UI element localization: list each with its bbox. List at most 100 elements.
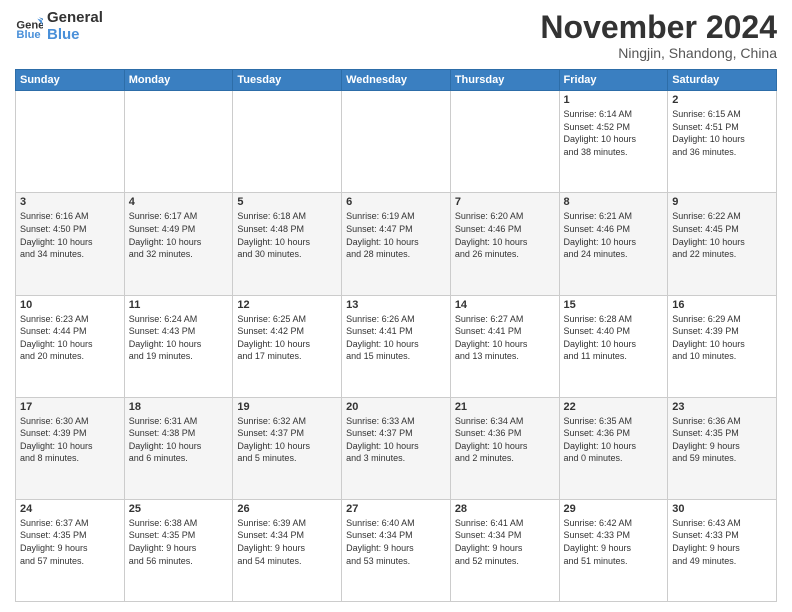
day-number: 9 bbox=[672, 196, 772, 208]
day-number: 24 bbox=[20, 503, 120, 515]
calendar-header-row: Sunday Monday Tuesday Wednesday Thursday… bbox=[16, 70, 777, 91]
month-title: November 2024 bbox=[540, 10, 777, 45]
day-info: Sunrise: 6:33 AM Sunset: 4:37 PM Dayligh… bbox=[346, 415, 446, 465]
col-thursday: Thursday bbox=[450, 70, 559, 91]
day-number: 28 bbox=[455, 503, 555, 515]
logo-general: General bbox=[47, 10, 103, 27]
calendar-cell bbox=[124, 91, 233, 193]
day-number: 16 bbox=[672, 299, 772, 311]
day-info: Sunrise: 6:27 AM Sunset: 4:41 PM Dayligh… bbox=[455, 313, 555, 363]
calendar-cell: 11Sunrise: 6:24 AM Sunset: 4:43 PM Dayli… bbox=[124, 295, 233, 397]
calendar-week-2: 3Sunrise: 6:16 AM Sunset: 4:50 PM Daylig… bbox=[16, 193, 777, 295]
calendar-cell: 3Sunrise: 6:16 AM Sunset: 4:50 PM Daylig… bbox=[16, 193, 125, 295]
calendar-cell: 1 Sunrise: 6:14 AM Sunset: 4:52 PM Daylig… bbox=[559, 91, 668, 193]
day-number: 7 bbox=[455, 196, 555, 208]
day-info: Sunrise: 6:16 AM Sunset: 4:50 PM Dayligh… bbox=[20, 210, 120, 260]
col-saturday: Saturday bbox=[668, 70, 777, 91]
day-info: Sunrise: 6:26 AM Sunset: 4:41 PM Dayligh… bbox=[346, 313, 446, 363]
day-info: Sunrise: 6:38 AM Sunset: 4:35 PM Dayligh… bbox=[129, 517, 229, 567]
day-number: 4 bbox=[129, 196, 229, 208]
day-info: Sunrise: 6:17 AM Sunset: 4:49 PM Dayligh… bbox=[129, 210, 229, 260]
calendar-cell: 7 Sunrise: 6:20 AM Sunset: 4:46 PM Daylig… bbox=[450, 193, 559, 295]
calendar-cell: 16 Sunrise: 6:29 AM Sunset: 4:39 PM Dayli… bbox=[668, 295, 777, 397]
calendar-cell: 30Sunrise: 6:43 AM Sunset: 4:33 PM Dayli… bbox=[668, 499, 777, 601]
day-info: Sunrise: 6:31 AM Sunset: 4:38 PM Dayligh… bbox=[129, 415, 229, 465]
day-number: 11 bbox=[129, 299, 229, 311]
calendar-cell bbox=[450, 91, 559, 193]
day-info: Sunrise: 6:20 AM Sunset: 4:46 PM Dayligh… bbox=[455, 210, 555, 260]
day-info: Sunrise: 6:18 AM Sunset: 4:48 PM Dayligh… bbox=[237, 210, 337, 260]
calendar-cell: 21Sunrise: 6:34 AM Sunset: 4:36 PM Dayli… bbox=[450, 397, 559, 499]
day-info: Sunrise: 6:39 AM Sunset: 4:34 PM Dayligh… bbox=[237, 517, 337, 567]
col-wednesday: Wednesday bbox=[342, 70, 451, 91]
day-info: Sunrise: 6:43 AM Sunset: 4:33 PM Dayligh… bbox=[672, 517, 772, 567]
day-number: 1 bbox=[564, 94, 664, 106]
day-number: 10 bbox=[20, 299, 120, 311]
day-number: 6 bbox=[346, 196, 446, 208]
day-info: Sunrise: 6:35 AM Sunset: 4:36 PM Dayligh… bbox=[564, 415, 664, 465]
calendar-cell: 9Sunrise: 6:22 AM Sunset: 4:45 PM Daylig… bbox=[668, 193, 777, 295]
day-number: 12 bbox=[237, 299, 337, 311]
calendar-cell: 4 Sunrise: 6:17 AM Sunset: 4:49 PM Daylig… bbox=[124, 193, 233, 295]
title-area: November 2024 Ningjin, Shandong, China bbox=[540, 10, 777, 61]
day-number: 29 bbox=[564, 503, 664, 515]
calendar-cell: 20 Sunrise: 6:33 AM Sunset: 4:37 PM Dayli… bbox=[342, 397, 451, 499]
page: General Blue General Blue November 2024 … bbox=[0, 0, 792, 612]
col-monday: Monday bbox=[124, 70, 233, 91]
calendar-week-4: 17Sunrise: 6:30 AM Sunset: 4:39 PM Dayli… bbox=[16, 397, 777, 499]
calendar-cell: 6 Sunrise: 6:19 AM Sunset: 4:47 PM Daylig… bbox=[342, 193, 451, 295]
day-info: Sunrise: 6:25 AM Sunset: 4:42 PM Dayligh… bbox=[237, 313, 337, 363]
day-info: Sunrise: 6:14 AM Sunset: 4:52 PM Dayligh… bbox=[564, 108, 664, 158]
day-info: Sunrise: 6:37 AM Sunset: 4:35 PM Dayligh… bbox=[20, 517, 120, 567]
day-number: 26 bbox=[237, 503, 337, 515]
calendar-week-1: 1 Sunrise: 6:14 AM Sunset: 4:52 PM Daylig… bbox=[16, 91, 777, 193]
day-number: 2 bbox=[672, 94, 772, 106]
calendar-cell: 8 Sunrise: 6:21 AM Sunset: 4:46 PM Daylig… bbox=[559, 193, 668, 295]
calendar-cell: 24 Sunrise: 6:37 AM Sunset: 4:35 PM Dayli… bbox=[16, 499, 125, 601]
day-info: Sunrise: 6:42 AM Sunset: 4:33 PM Dayligh… bbox=[564, 517, 664, 567]
day-number: 19 bbox=[237, 401, 337, 413]
calendar-cell: 26 Sunrise: 6:39 AM Sunset: 4:34 PM Dayli… bbox=[233, 499, 342, 601]
day-number: 25 bbox=[129, 503, 229, 515]
day-info: Sunrise: 6:40 AM Sunset: 4:34 PM Dayligh… bbox=[346, 517, 446, 567]
calendar-cell: 19Sunrise: 6:32 AM Sunset: 4:37 PM Dayli… bbox=[233, 397, 342, 499]
calendar-cell: 17Sunrise: 6:30 AM Sunset: 4:39 PM Dayli… bbox=[16, 397, 125, 499]
day-info: Sunrise: 6:41 AM Sunset: 4:34 PM Dayligh… bbox=[455, 517, 555, 567]
calendar-cell bbox=[342, 91, 451, 193]
day-number: 22 bbox=[564, 401, 664, 413]
calendar-cell: 23Sunrise: 6:36 AM Sunset: 4:35 PM Dayli… bbox=[668, 397, 777, 499]
calendar-week-3: 10 Sunrise: 6:23 AM Sunset: 4:44 PM Dayli… bbox=[16, 295, 777, 397]
col-friday: Friday bbox=[559, 70, 668, 91]
day-number: 17 bbox=[20, 401, 120, 413]
calendar-cell: 27 Sunrise: 6:40 AM Sunset: 4:34 PM Dayli… bbox=[342, 499, 451, 601]
calendar-week-5: 24 Sunrise: 6:37 AM Sunset: 4:35 PM Dayli… bbox=[16, 499, 777, 601]
logo: General Blue General Blue bbox=[15, 10, 103, 43]
calendar-cell: 25 Sunrise: 6:38 AM Sunset: 4:35 PM Dayli… bbox=[124, 499, 233, 601]
calendar-cell: 18 Sunrise: 6:31 AM Sunset: 4:38 PM Dayli… bbox=[124, 397, 233, 499]
day-info: Sunrise: 6:15 AM Sunset: 4:51 PM Dayligh… bbox=[672, 108, 772, 158]
calendar-cell: 5 Sunrise: 6:18 AM Sunset: 4:48 PM Daylig… bbox=[233, 193, 342, 295]
day-info: Sunrise: 6:29 AM Sunset: 4:39 PM Dayligh… bbox=[672, 313, 772, 363]
calendar-table: Sunday Monday Tuesday Wednesday Thursday… bbox=[15, 69, 777, 602]
day-number: 5 bbox=[237, 196, 337, 208]
calendar-cell bbox=[16, 91, 125, 193]
day-number: 27 bbox=[346, 503, 446, 515]
day-number: 20 bbox=[346, 401, 446, 413]
location: Ningjin, Shandong, China bbox=[540, 45, 777, 61]
day-info: Sunrise: 6:19 AM Sunset: 4:47 PM Dayligh… bbox=[346, 210, 446, 260]
day-number: 8 bbox=[564, 196, 664, 208]
day-number: 21 bbox=[455, 401, 555, 413]
day-info: Sunrise: 6:21 AM Sunset: 4:46 PM Dayligh… bbox=[564, 210, 664, 260]
calendar-cell: 10 Sunrise: 6:23 AM Sunset: 4:44 PM Dayli… bbox=[16, 295, 125, 397]
day-info: Sunrise: 6:23 AM Sunset: 4:44 PM Dayligh… bbox=[20, 313, 120, 363]
calendar-cell: 13 Sunrise: 6:26 AM Sunset: 4:41 PM Dayli… bbox=[342, 295, 451, 397]
calendar-cell: 22 Sunrise: 6:35 AM Sunset: 4:36 PM Dayli… bbox=[559, 397, 668, 499]
day-number: 13 bbox=[346, 299, 446, 311]
calendar-cell: 2 Sunrise: 6:15 AM Sunset: 4:51 PM Daylig… bbox=[668, 91, 777, 193]
calendar-cell bbox=[233, 91, 342, 193]
col-tuesday: Tuesday bbox=[233, 70, 342, 91]
logo-blue: Blue bbox=[47, 27, 103, 44]
day-number: 18 bbox=[129, 401, 229, 413]
col-sunday: Sunday bbox=[16, 70, 125, 91]
calendar-cell: 12 Sunrise: 6:25 AM Sunset: 4:42 PM Dayli… bbox=[233, 295, 342, 397]
